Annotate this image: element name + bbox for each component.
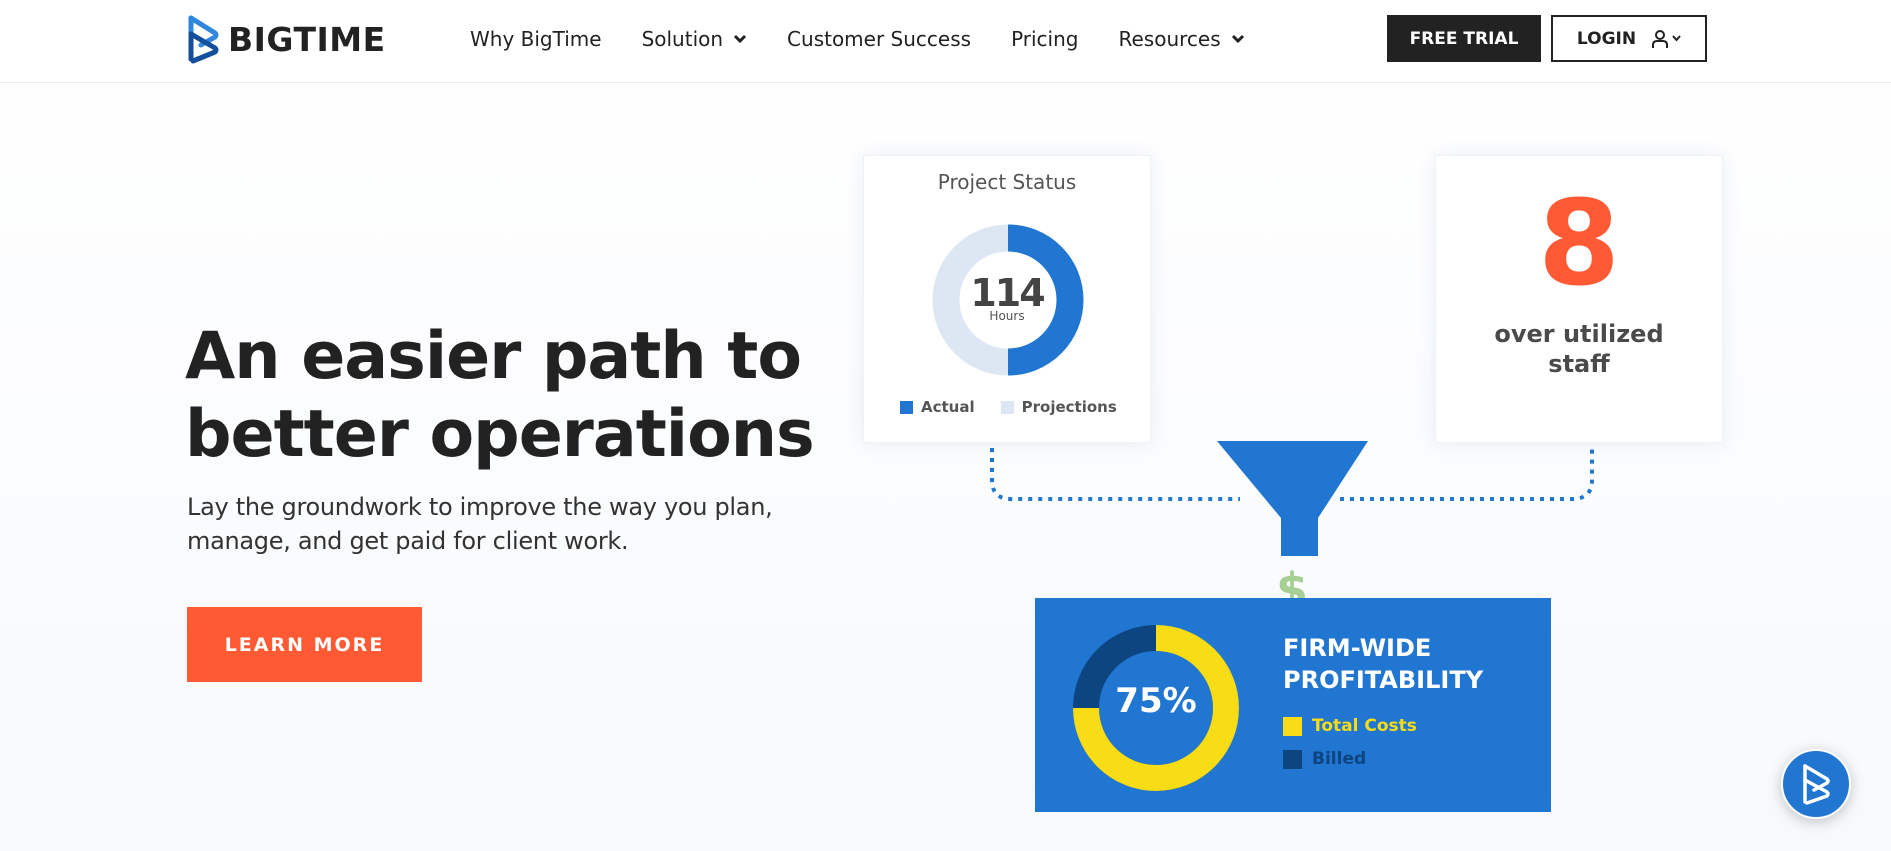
- legend-label: Billed: [1312, 749, 1367, 769]
- free-trial-button[interactable]: FREE TRIAL: [1387, 15, 1541, 62]
- nav-label: Customer Success: [787, 27, 972, 51]
- chat-widget-button[interactable]: [1781, 749, 1851, 819]
- profitability-title: FIRM-WIDE PROFITABILITY: [1283, 632, 1543, 696]
- profitability-panel: 75% FIRM-WIDE PROFITABILITY Total Costs …: [1035, 598, 1551, 812]
- chevron-down-icon: [1672, 35, 1681, 42]
- staff-count: 8: [1537, 174, 1621, 312]
- brand-name: BIGTIME: [228, 19, 386, 59]
- card-title: Project Status: [937, 170, 1077, 194]
- staff-label-line: over utilized: [1494, 320, 1664, 348]
- nav-customer-success[interactable]: Customer Success: [787, 27, 971, 51]
- legend-label: Total Costs: [1312, 716, 1417, 736]
- hero-title: An easier path to better operations: [185, 318, 825, 474]
- over-utilized-staff-card: 8 over utilized staff: [1435, 155, 1723, 443]
- learn-more-button[interactable]: LEARN MORE: [187, 607, 422, 682]
- legend-swatch: [1283, 749, 1302, 769]
- legend-item-projections: Projections: [1000, 398, 1117, 416]
- legend-label: Projections: [1021, 398, 1117, 416]
- legend-swatch: [1000, 400, 1014, 414]
- profitability-value: 75%: [1115, 681, 1197, 721]
- profitability-title-line: FIRM-WIDE: [1283, 634, 1432, 662]
- project-status-card: Project Status 114 Hours Actual Projecti…: [863, 155, 1151, 443]
- login-label: LOGIN: [1576, 28, 1637, 49]
- bigtime-logo[interactable]: BIGTIME: [186, 14, 386, 64]
- main-nav: Why BigTime Solution Customer Success Pr…: [470, 22, 1285, 56]
- nav-label: Resources: [1118, 27, 1221, 51]
- nav-solution[interactable]: Solution: [642, 27, 747, 51]
- nav-label: Solution: [641, 27, 724, 51]
- hero-subtitle-line: manage, and get paid for client work.: [187, 527, 629, 555]
- dotted-connector-right: [1340, 448, 1594, 501]
- nav-label: Pricing: [1011, 27, 1079, 51]
- bigtime-logo-icon: [1803, 764, 1830, 805]
- hero-title-line: better operations: [185, 397, 815, 472]
- funnel-icon: [1217, 441, 1368, 556]
- hero-title-line: An easier path to: [185, 319, 802, 394]
- legend-item-actual: Actual: [900, 398, 975, 416]
- login-button[interactable]: LOGIN: [1551, 15, 1707, 62]
- hero-subtitle: Lay the groundwork to improve the way yo…: [187, 490, 807, 558]
- user-icon: [1652, 29, 1669, 48]
- dotted-connector-left: [990, 448, 1240, 501]
- legend-item-total-costs: Total Costs: [1283, 716, 1417, 736]
- hero-subtitle-line: Lay the groundwork to improve the way yo…: [187, 493, 773, 521]
- bigtime-logo-icon: [188, 15, 219, 64]
- legend-label: Actual: [921, 398, 975, 416]
- chevron-down-icon: [1231, 34, 1244, 44]
- chevron-down-icon: [733, 34, 747, 44]
- nav-resources[interactable]: Resources: [1118, 27, 1244, 51]
- hours-unit: Hours: [989, 309, 1025, 323]
- legend-swatch: [900, 400, 913, 414]
- profitability-legend: Total Costs Billed: [1283, 716, 1443, 782]
- nav-pricing[interactable]: Pricing: [1011, 27, 1078, 51]
- profitability-title-line: PROFITABILITY: [1283, 666, 1484, 694]
- staff-label-line: staff: [1548, 350, 1610, 378]
- site-header: BIGTIME Why BigTime Solution Customer Su…: [0, 0, 1891, 83]
- nav-why-bigtime[interactable]: Why BigTime: [470, 27, 602, 51]
- nav-label: Why BigTime: [470, 27, 602, 51]
- legend-swatch: [1283, 716, 1302, 736]
- staff-label: over utilized staff: [1436, 319, 1722, 379]
- legend-item-billed: Billed: [1283, 749, 1417, 769]
- project-status-legend: Actual Projections: [900, 398, 1143, 416]
